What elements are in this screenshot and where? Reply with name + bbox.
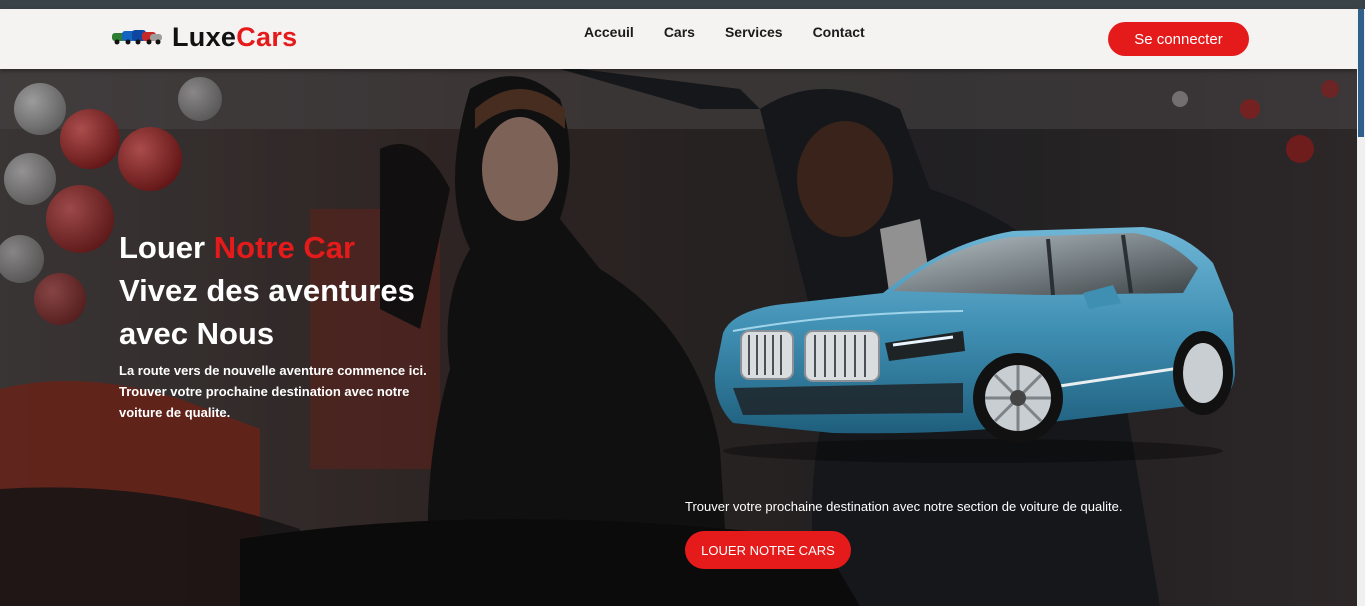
rent-cars-button[interactable]: LOUER NOTRE CARS bbox=[685, 531, 851, 569]
hero-tagline: Trouver votre prochaine destination avec… bbox=[685, 499, 1123, 514]
logo-cars-icon bbox=[112, 30, 162, 45]
nav-item-services[interactable]: Services bbox=[725, 24, 783, 40]
brand-part1: Luxe bbox=[172, 21, 237, 52]
car-image bbox=[714, 227, 1235, 463]
headline-word: Louer bbox=[119, 230, 206, 265]
subtext-line: voiture de qualite. bbox=[119, 405, 231, 420]
hero-headline: Louer Notre Car Vivez des aventures avec… bbox=[119, 226, 415, 355]
nav-item-contact[interactable]: Contact bbox=[813, 24, 865, 40]
brand-name: LuxeCars bbox=[172, 22, 297, 53]
hero-section: Louer Notre Car Vivez des aventures avec… bbox=[0, 69, 1357, 606]
nav-item-cars[interactable]: Cars bbox=[664, 24, 695, 40]
headline-line2: Vivez des aventures bbox=[119, 273, 415, 308]
top-strip bbox=[0, 0, 1365, 9]
brand-part2: Cars bbox=[236, 21, 298, 52]
headline-line3: avec Nous bbox=[119, 316, 275, 351]
subtext-line: Trouver votre prochaine destination avec… bbox=[119, 384, 410, 399]
logo[interactable]: LuxeCars bbox=[112, 19, 297, 55]
main-nav: Acceuil Cars Services Contact bbox=[584, 24, 865, 40]
headline-accent: Notre Car bbox=[213, 230, 356, 265]
login-button[interactable]: Se connecter bbox=[1108, 22, 1249, 56]
scrollbar-thumb[interactable] bbox=[1358, 9, 1364, 137]
hero-subtext: La route vers de nouvelle aventure comme… bbox=[119, 360, 459, 423]
nav-item-acceuil[interactable]: Acceuil bbox=[584, 24, 634, 40]
navbar: LuxeCars Acceuil Cars Services Contact S… bbox=[0, 9, 1357, 69]
subtext-line: La route vers de nouvelle aventure comme… bbox=[119, 363, 427, 378]
